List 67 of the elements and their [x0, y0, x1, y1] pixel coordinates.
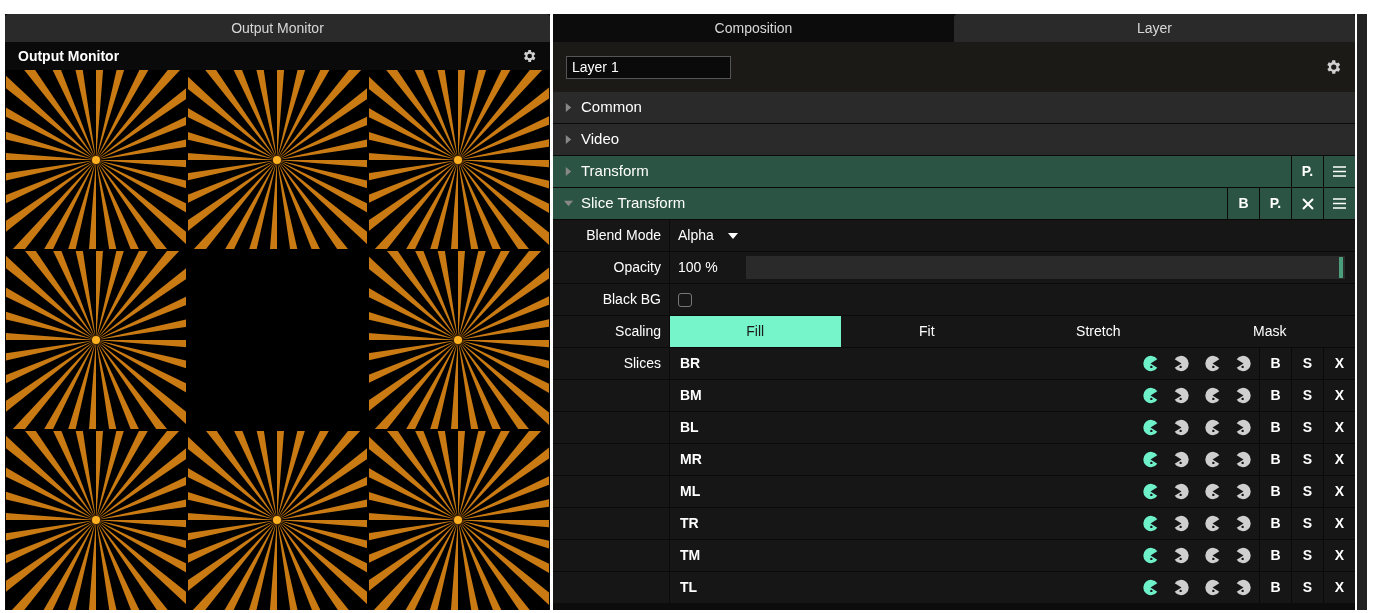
property-label: Black BG: [553, 284, 669, 315]
slice-button[interactable]: B: [1260, 380, 1291, 411]
slice-button[interactable]: S: [1292, 540, 1323, 571]
menu-icon[interactable]: [1324, 156, 1355, 187]
close-icon[interactable]: [1292, 188, 1323, 219]
monitor-title: Output Monitor: [18, 46, 120, 66]
caret-right-icon: [564, 135, 573, 144]
slice-name: MR: [679, 450, 702, 469]
section-button[interactable]: P.: [1292, 156, 1323, 187]
blend-mode-dropdown[interactable]: Alpha: [670, 225, 738, 246]
slice-button[interactable]: B: [1260, 444, 1291, 475]
scaling-option[interactable]: Fill: [670, 316, 841, 347]
layer-name-field[interactable]: Layer 1: [566, 55, 731, 79]
slice-name: BR: [679, 354, 701, 373]
caret-down-icon: [727, 232, 738, 239]
panel-tab[interactable]: Layer: [954, 14, 1355, 42]
opacity-slider[interactable]: [746, 256, 1345, 279]
section-title: Transform: [581, 161, 649, 182]
opacity-value: 100 %: [677, 258, 719, 277]
slice-button[interactable]: S: [1292, 476, 1323, 507]
slice-button[interactable]: B: [1260, 476, 1291, 507]
slice-button[interactable]: B: [1260, 412, 1291, 443]
slice-name: TL: [679, 578, 698, 597]
slice-name: BM: [679, 386, 702, 405]
slice-button[interactable]: X: [1324, 540, 1355, 571]
slice-name: TR: [679, 514, 699, 533]
slider-handle[interactable]: [1339, 257, 1343, 278]
slice-button[interactable]: X: [1324, 380, 1355, 411]
section-header[interactable]: Slice Transform: [553, 188, 1227, 219]
slice-button[interactable]: B: [1260, 540, 1291, 571]
section-title: Common: [581, 97, 642, 118]
slice-button[interactable]: X: [1324, 444, 1355, 475]
slice-button[interactable]: B: [1260, 348, 1291, 379]
slice-button[interactable]: S: [1292, 444, 1323, 475]
slice-button[interactable]: X: [1324, 348, 1355, 379]
slice-name: TM: [679, 546, 701, 565]
property-label: Scaling: [553, 316, 669, 347]
slice-button[interactable]: B: [1260, 508, 1291, 539]
settings-icon[interactable]: [521, 48, 537, 64]
caret-right-icon: [564, 103, 573, 112]
slice-name: BL: [679, 418, 699, 437]
slice-button[interactable]: X: [1324, 572, 1355, 603]
slice-button[interactable]: X: [1324, 476, 1355, 507]
slice-button[interactable]: S: [1292, 508, 1323, 539]
section-title: Slice Transform: [581, 193, 686, 214]
slice-button[interactable]: S: [1292, 412, 1323, 443]
section-button[interactable]: B: [1228, 188, 1259, 219]
caret-right-icon: [564, 167, 573, 176]
section-header[interactable]: Video: [553, 124, 1355, 155]
property-label: Opacity: [553, 252, 669, 283]
slice-button[interactable]: X: [1324, 412, 1355, 443]
slice-button[interactable]: S: [1292, 572, 1323, 603]
slice-button[interactable]: S: [1292, 380, 1323, 411]
section-header[interactable]: Common: [553, 92, 1355, 123]
panel-tab[interactable]: Output Monitor: [5, 14, 550, 42]
property-label: Slices: [553, 348, 669, 379]
caret-down-icon: [564, 199, 573, 208]
slice-button[interactable]: S: [1292, 348, 1323, 379]
section-header[interactable]: Transform: [553, 156, 1291, 187]
slice-button[interactable]: B: [1260, 572, 1291, 603]
checkbox[interactable]: [678, 292, 692, 307]
menu-icon[interactable]: [1324, 188, 1355, 219]
slice-name: ML: [679, 482, 701, 501]
section-button[interactable]: P.: [1260, 188, 1291, 219]
property-label: Blend Mode: [553, 220, 669, 251]
section-title: Video: [581, 129, 620, 150]
slice-button[interactable]: X: [1324, 508, 1355, 539]
